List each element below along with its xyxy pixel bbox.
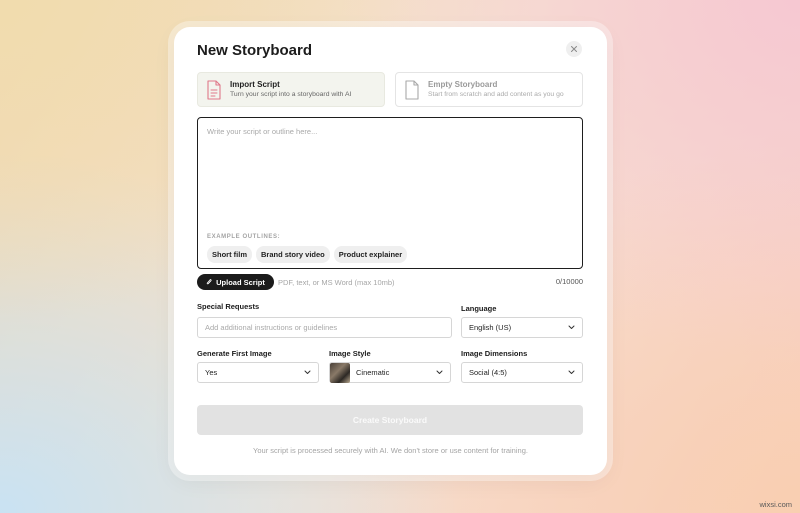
close-button[interactable] [566,41,582,57]
language-select[interactable]: English (US) [461,317,583,338]
example-chip-short-film[interactable]: Short film [207,246,252,263]
language-label: Language [461,304,497,313]
generate-first-image-value: Yes [205,368,218,377]
example-chip-product-explainer[interactable]: Product explainer [333,246,408,263]
script-input[interactable] [198,118,582,218]
chevron-down-icon [568,370,575,374]
example-outlines-label: EXAMPLE OUTLINES: [207,234,281,240]
style-thumbnail [330,362,350,383]
upload-hint: PDF, text, or MS Word (max 10mb) [278,278,395,287]
image-style-select[interactable]: Cinematic [329,362,451,383]
mode-subtitle: Start from scratch and add content as yo… [428,90,564,98]
special-requests-label: Special Requests [197,302,260,311]
privacy-note: Your script is processed securely with A… [253,446,528,455]
generate-first-image-select[interactable]: Yes [197,362,319,383]
mode-subtitle: Turn your script into a storyboard with … [230,90,352,98]
new-storyboard-dialog: New Storyboard Import Script Turn your s… [174,27,607,475]
image-dimensions-value: Social (4:5) [469,368,507,377]
paperclip-icon [206,279,212,285]
mode-title: Import Script [230,79,280,89]
image-style-value: Cinematic [356,368,390,377]
document-blank-icon [405,79,419,100]
image-dimensions-label: Image Dimensions [461,349,528,358]
mode-empty-storyboard[interactable]: Empty Storyboard Start from scratch and … [395,72,583,107]
image-dimensions-select[interactable]: Social (4:5) [461,362,583,383]
chevron-down-icon [568,325,575,329]
upload-button-label: Upload Script [216,277,265,287]
mode-title: Empty Storyboard [428,79,498,89]
chevron-down-icon [304,370,311,374]
dialog-title: New Storyboard [197,42,313,59]
watermark: wixsi.com [759,500,792,509]
generate-first-image-label: Generate First Image [197,349,272,358]
example-chip-brand-story[interactable]: Brand story video [256,246,330,263]
language-value: English (US) [469,323,512,332]
character-count: 0/10000 [555,277,583,286]
document-text-icon [207,79,221,100]
example-outlines: Short film Brand story video Product exp… [207,246,408,263]
upload-script-button[interactable]: Upload Script [197,274,274,290]
create-storyboard-button[interactable]: Create Storyboard [197,405,583,435]
special-requests-input[interactable] [197,317,452,338]
image-style-label: Image Style [329,349,371,358]
chevron-down-icon [436,370,443,374]
close-icon [571,46,577,52]
mode-import-script[interactable]: Import Script Turn your script into a st… [197,72,385,107]
script-editor: EXAMPLE OUTLINES: Short film Brand story… [197,117,583,269]
